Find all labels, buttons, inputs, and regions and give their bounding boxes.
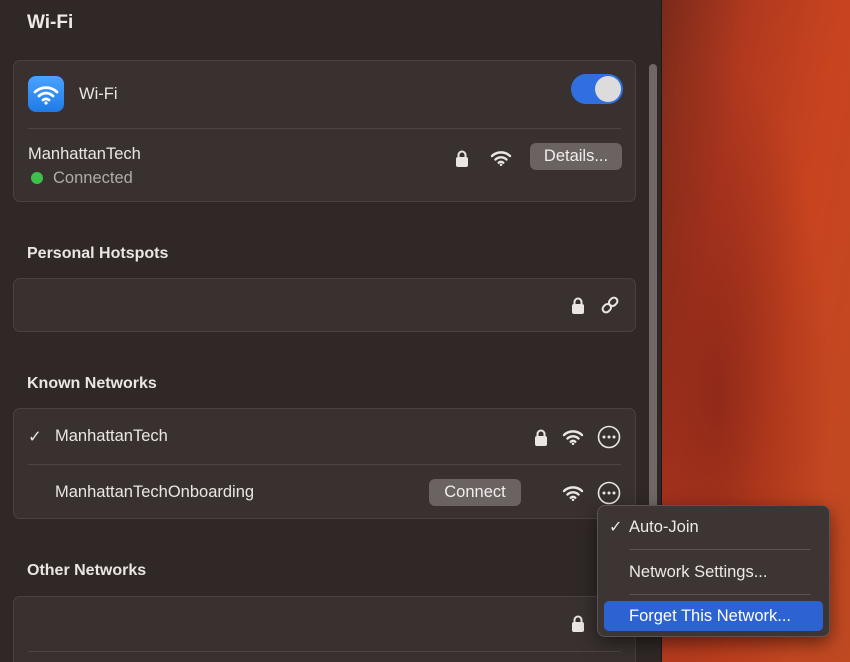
- wifi-toggle[interactable]: [571, 74, 623, 104]
- menu-item-auto-join[interactable]: ✓ Auto-Join: [604, 512, 823, 542]
- lock-icon: [533, 427, 549, 447]
- wifi-label: Wi-Fi: [79, 85, 118, 103]
- menu-item-label: Auto-Join: [629, 518, 699, 536]
- link-icon: [598, 293, 622, 317]
- network-context-menu: ✓ Auto-Join Network Settings... Forget T…: [597, 505, 830, 637]
- lock-icon: [570, 295, 586, 315]
- personal-hotspots-heading: Personal Hotspots: [27, 245, 169, 262]
- connected-status-dot: [31, 172, 43, 184]
- lock-icon: [454, 148, 470, 168]
- personal-hotspots-card: [13, 278, 636, 332]
- divider: [28, 651, 621, 652]
- wifi-toggle-knob: [595, 76, 621, 102]
- menu-item-label: Network Settings...: [629, 563, 768, 581]
- menu-separator: [629, 549, 811, 550]
- page-title: Wi-Fi: [27, 12, 74, 33]
- details-button[interactable]: Details...: [530, 143, 622, 170]
- checkmark-icon: ✓: [28, 428, 42, 446]
- wifi-signal-icon: [560, 426, 586, 448]
- current-network-row: ManhattanTech Connected Details...: [14, 129, 635, 203]
- wifi-signal-icon: [560, 482, 586, 504]
- more-options-icon[interactable]: [596, 424, 621, 449]
- known-network-name: ManhattanTechOnboarding: [55, 483, 255, 501]
- current-network-name: ManhattanTech: [28, 145, 141, 163]
- connection-status: Connected: [53, 169, 133, 187]
- wifi-toggle-row: Wi-Fi: [14, 61, 635, 128]
- connect-button[interactable]: Connect: [429, 479, 521, 506]
- menu-item-forget-network[interactable]: Forget This Network...: [604, 601, 823, 631]
- menu-item-label: Forget This Network...: [629, 607, 791, 625]
- wifi-settings-pane: Wi-Fi Wi-Fi ManhattanTech Connected Deta…: [0, 0, 662, 662]
- other-networks-heading: Other Networks: [27, 562, 147, 579]
- known-networks-card: ✓ ManhattanTech ManhattanTechOnboarding …: [13, 408, 636, 519]
- other-networks-card: [13, 596, 636, 662]
- menu-separator: [629, 594, 811, 595]
- lock-icon: [570, 613, 586, 633]
- known-network-name: ManhattanTech: [55, 427, 168, 445]
- known-networks-heading: Known Networks: [27, 375, 157, 392]
- wifi-card: Wi-Fi ManhattanTech Connected Details...: [13, 60, 636, 202]
- known-network-row[interactable]: ManhattanTechOnboarding Connect: [14, 465, 635, 520]
- wifi-signal-icon: [488, 147, 514, 169]
- known-network-row[interactable]: ✓ ManhattanTech: [14, 409, 635, 464]
- wifi-app-icon: [28, 76, 64, 112]
- more-options-icon[interactable]: [596, 480, 621, 505]
- menu-item-network-settings[interactable]: Network Settings...: [604, 557, 823, 587]
- checkmark-icon: ✓: [609, 519, 623, 536]
